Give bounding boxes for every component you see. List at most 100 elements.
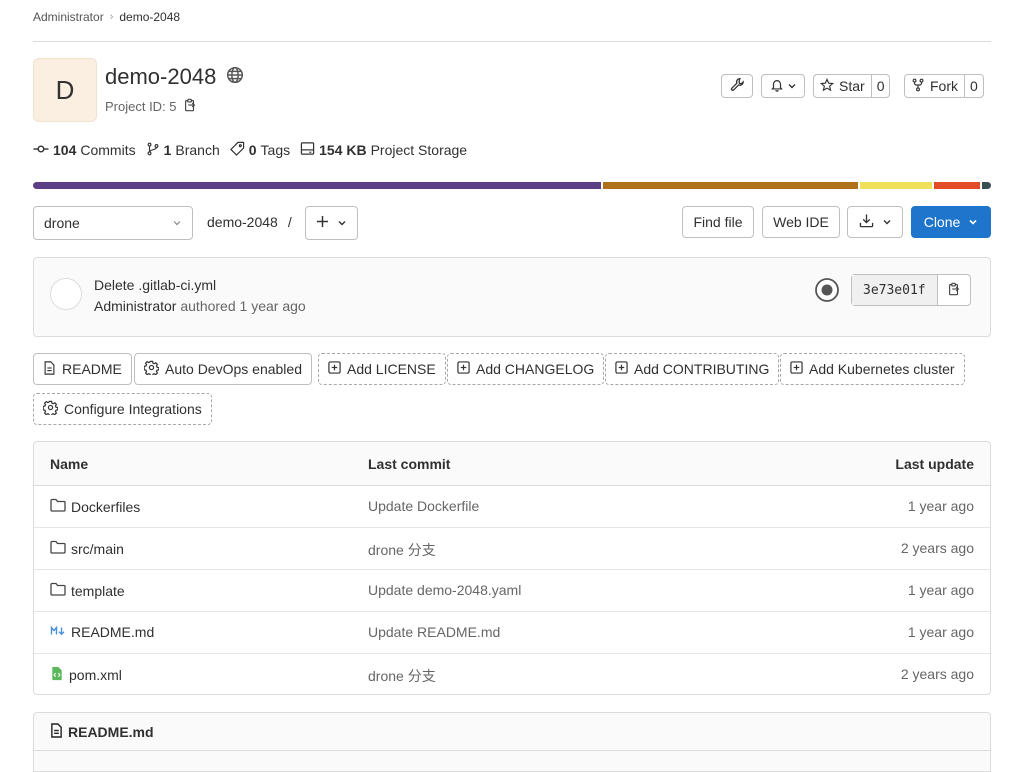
add-changelog-link[interactable]: Add CHANGELOG bbox=[447, 353, 605, 385]
star-button[interactable]: Star bbox=[814, 75, 871, 97]
file-last-update: 1 year ago bbox=[907, 582, 974, 598]
file-last-commit[interactable]: Update README.md bbox=[368, 624, 500, 640]
notification-dropdown[interactable] bbox=[761, 74, 805, 98]
commit-sha-group: 3e73e01f bbox=[851, 274, 971, 306]
chevron-down-icon bbox=[968, 214, 978, 230]
table-row[interactable]: pom.xml drone 分支 2 years ago bbox=[34, 653, 990, 694]
file-last-commit[interactable]: Update demo-2048.yaml bbox=[368, 582, 521, 598]
file-name: Dockerfiles bbox=[71, 498, 141, 515]
commit-title[interactable]: Delete .gitlab-ci.yml bbox=[94, 277, 216, 293]
fork-count[interactable]: 0 bbox=[964, 75, 983, 97]
fork-button-group[interactable]: Fork 0 bbox=[904, 74, 984, 98]
plus-icon bbox=[316, 215, 329, 231]
table-row[interactable]: README.md Update README.md 1 year ago bbox=[34, 611, 990, 654]
copy-icon[interactable] bbox=[183, 98, 197, 115]
file-last-commit[interactable]: drone 分支 bbox=[368, 540, 436, 560]
table-row[interactable]: src/main drone 分支 2 years ago bbox=[34, 527, 990, 570]
download-dropdown[interactable] bbox=[847, 206, 903, 238]
file-icon bbox=[50, 723, 63, 741]
table-row[interactable]: Dockerfiles Update Dockerfile 1 year ago bbox=[34, 485, 990, 528]
settings-button[interactable] bbox=[721, 74, 753, 98]
storage-label: Project Storage bbox=[370, 142, 468, 158]
markdown-icon bbox=[50, 624, 66, 640]
repo-path-breadcrumb: demo-2048 / bbox=[207, 214, 292, 230]
fork-button[interactable]: Fork bbox=[905, 75, 964, 97]
branch-name: drone bbox=[44, 215, 80, 231]
commit-sha[interactable]: 3e73e01f bbox=[852, 275, 938, 305]
configure-integrations-link[interactable]: Configure Integrations bbox=[33, 393, 212, 425]
file-name-link[interactable]: pom.xml bbox=[50, 666, 122, 684]
plus-square-icon bbox=[615, 361, 628, 377]
star-icon bbox=[819, 77, 835, 95]
readme-link[interactable]: README bbox=[33, 353, 132, 385]
commits-count: 104 bbox=[53, 142, 77, 158]
column-header-last-commit: Last commit bbox=[368, 456, 451, 472]
quick-link-label: Auto DevOps enabled bbox=[165, 361, 302, 377]
copy-sha-button[interactable] bbox=[937, 275, 970, 305]
commits-stat[interactable]: 104 Commits bbox=[33, 142, 136, 159]
file-icon bbox=[43, 360, 56, 378]
file-last-commit[interactable]: drone 分支 bbox=[368, 666, 436, 686]
tags-stat[interactable]: 0 Tags bbox=[229, 141, 290, 159]
chevron-down-icon bbox=[882, 214, 892, 230]
language-segment[interactable] bbox=[980, 182, 991, 189]
chevron-down-icon bbox=[172, 215, 182, 231]
plus-square-icon bbox=[457, 361, 470, 377]
pipeline-status-icon[interactable] bbox=[814, 277, 840, 303]
path-separator: / bbox=[287, 214, 292, 230]
readme-title: README.md bbox=[68, 724, 154, 740]
language-segment[interactable] bbox=[857, 182, 932, 189]
bell-icon bbox=[770, 78, 784, 95]
add-contributing-link[interactable]: Add CONTRIBUTING bbox=[605, 353, 780, 385]
breadcrumb-parent[interactable]: Administrator bbox=[33, 10, 104, 24]
star-button-group[interactable]: Star 0 bbox=[813, 74, 891, 98]
readme-panel bbox=[33, 712, 991, 772]
find-file-button[interactable]: Find file bbox=[682, 206, 754, 238]
star-count[interactable]: 0 bbox=[870, 75, 890, 97]
project-id: Project ID: 5 bbox=[105, 98, 197, 115]
repo-path-root[interactable]: demo-2048 bbox=[207, 214, 278, 230]
add-license-link[interactable]: Add LICENSE bbox=[318, 353, 446, 385]
auto-devops-link[interactable]: Auto DevOps enabled bbox=[134, 353, 312, 385]
table-row[interactable]: template Update demo-2048.yaml 1 year ag… bbox=[34, 569, 990, 612]
file-last-update: 2 years ago bbox=[900, 540, 974, 556]
download-icon bbox=[859, 213, 874, 231]
language-segment[interactable] bbox=[601, 182, 858, 189]
web-ide-button[interactable]: Web IDE bbox=[762, 206, 840, 238]
language-segment[interactable] bbox=[33, 182, 602, 189]
chevron-right-icon: › bbox=[109, 11, 114, 23]
quick-link-label: Add CONTRIBUTING bbox=[634, 361, 770, 377]
divider bbox=[33, 41, 991, 42]
file-last-commit[interactable]: Update Dockerfile bbox=[368, 498, 479, 514]
branch-count: 1 bbox=[163, 142, 172, 158]
file-name-link[interactable]: src/main bbox=[50, 540, 124, 557]
chevron-down-icon bbox=[337, 215, 347, 231]
divider bbox=[33, 750, 991, 751]
tag-icon bbox=[229, 141, 245, 159]
file-name: src/main bbox=[71, 540, 124, 557]
file-last-update: 1 year ago bbox=[907, 624, 974, 640]
star-label: Star bbox=[839, 78, 865, 94]
table-header: Name Last commit Last update bbox=[34, 442, 990, 486]
file-tree-table: Name Last commit Last update Dockerfiles… bbox=[33, 441, 991, 695]
column-header-last-update: Last update bbox=[895, 456, 974, 472]
breadcrumb-current[interactable]: demo-2048 bbox=[119, 10, 180, 24]
folder-icon bbox=[50, 540, 66, 557]
avatar[interactable] bbox=[50, 278, 82, 310]
commit-author[interactable]: Administrator bbox=[94, 298, 176, 314]
language-segment[interactable] bbox=[931, 182, 981, 189]
branches-stat[interactable]: 1 Branch bbox=[146, 142, 220, 159]
storage-stat[interactable]: 154 KB Project Storage bbox=[300, 141, 467, 159]
branch-label: Branch bbox=[175, 142, 220, 158]
file-name-link[interactable]: Dockerfiles bbox=[50, 498, 140, 515]
file-name-link[interactable]: template bbox=[50, 582, 125, 599]
quick-link-label: Add Kubernetes cluster bbox=[809, 361, 955, 377]
clone-dropdown[interactable]: Clone bbox=[911, 206, 991, 238]
project-name: demo-2048 bbox=[105, 64, 217, 89]
add-kubernetes-cluster-link[interactable]: Add Kubernetes cluster bbox=[780, 353, 965, 385]
add-to-tree-dropdown[interactable] bbox=[305, 206, 358, 240]
branch-selector[interactable]: drone bbox=[33, 206, 193, 240]
file-name-link[interactable]: README.md bbox=[50, 624, 154, 640]
folder-icon bbox=[50, 498, 66, 515]
project-avatar: D bbox=[33, 58, 97, 122]
